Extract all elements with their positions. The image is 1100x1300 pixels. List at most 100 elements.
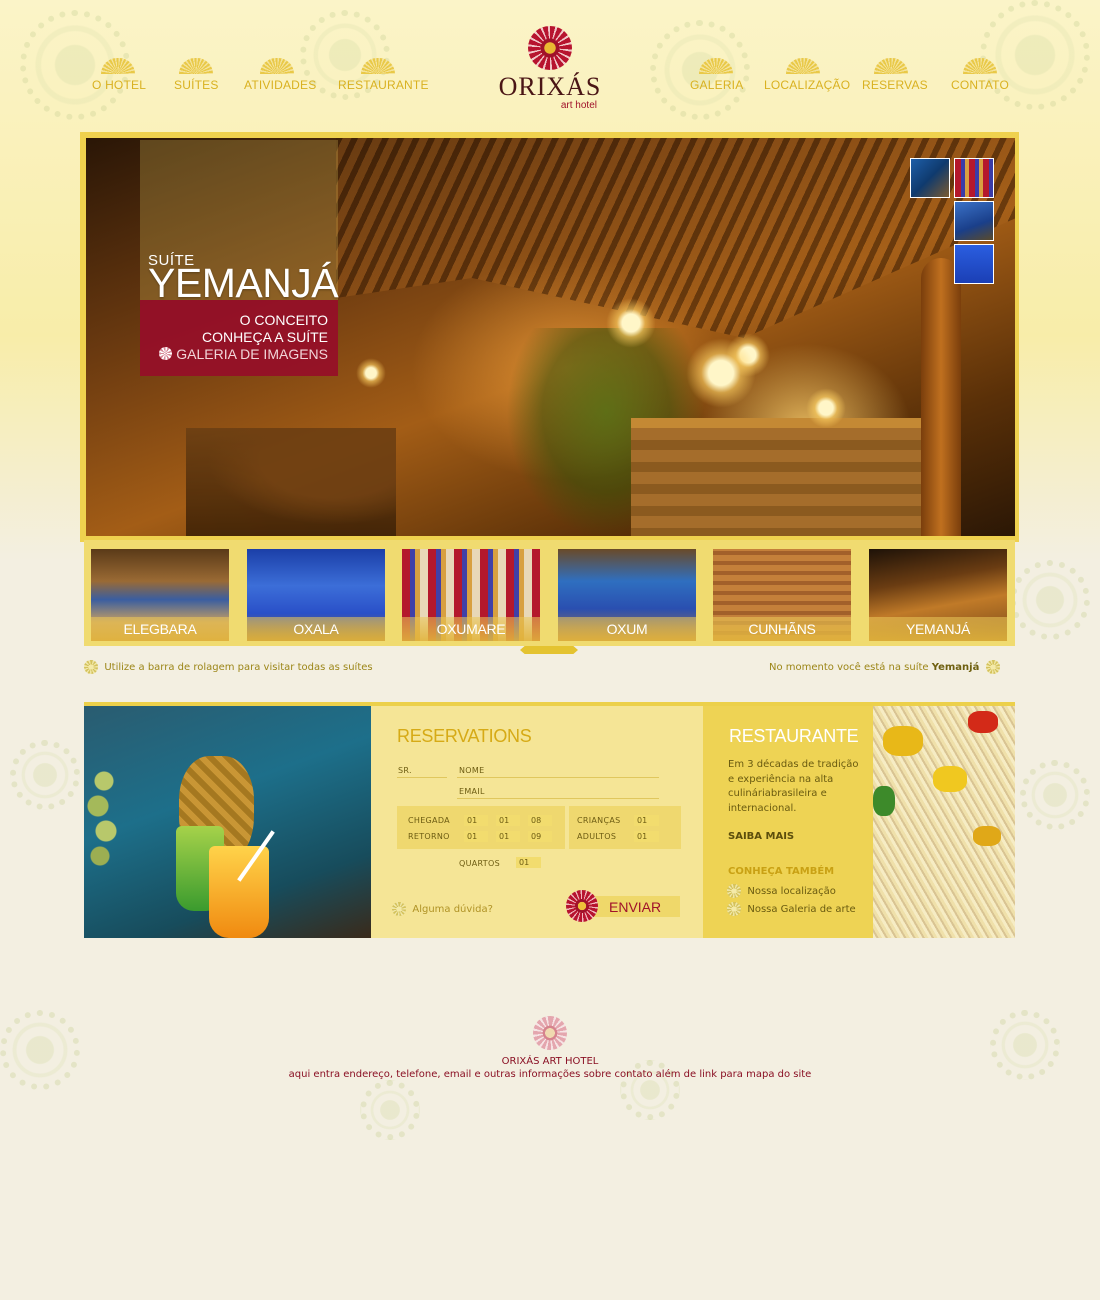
checkin-day-select[interactable]: 01 <box>464 815 488 826</box>
background-flower <box>360 1080 420 1140</box>
hero-suite-menu: O CONCEITO CONHEÇA A SUÍTE GALERIA DE IM… <box>140 300 338 376</box>
gallery-thumbnail[interactable] <box>910 158 950 198</box>
question-link[interactable]: Alguma dúvida? <box>392 902 493 916</box>
nav-contato[interactable]: CONTATO <box>950 58 1010 98</box>
nav-galeria[interactable]: GALERIA <box>690 58 743 98</box>
nav-localizacao[interactable]: LOCALIZAÇÃO <box>764 58 850 98</box>
suite-caption: YEMANJÁ <box>869 617 1007 641</box>
flower-icon <box>84 660 98 674</box>
flower-icon <box>727 884 741 898</box>
pepper <box>968 711 998 733</box>
fan-icon <box>179 58 213 74</box>
children-label: CRIANÇAS <box>577 816 621 825</box>
gallery-thumbnail[interactable] <box>954 244 994 284</box>
suite-card-elegbara[interactable]: ELEGBARA <box>91 549 229 641</box>
fan-icon <box>963 58 997 74</box>
checkout-month-select[interactable]: 01 <box>496 831 520 842</box>
hero-pillar <box>921 258 961 536</box>
rooms-select[interactable]: 01 <box>516 857 541 868</box>
grapes <box>84 766 124 876</box>
flower-icon <box>727 902 741 916</box>
flower-icon <box>159 347 173 360</box>
checkin-year-select[interactable]: 08 <box>528 815 552 826</box>
hero-suite-name: YEMANJÁ <box>148 260 339 306</box>
hero-lamp-light <box>356 358 386 388</box>
flower-icon <box>985 660 1000 674</box>
sr-label: SR. <box>398 766 412 775</box>
children-select[interactable]: 01 <box>634 815 659 826</box>
pepper <box>933 766 967 792</box>
checkin-label: CHEGADA <box>408 816 450 825</box>
nav-o-hotel[interactable]: O HOTEL <box>92 58 146 98</box>
suite-caption: OXALA <box>247 617 385 641</box>
footer-contact-info: aqui entra endereço, telefone, email e o… <box>288 1069 812 1080</box>
suite-caption: OXUMARE <box>402 617 540 641</box>
fan-icon <box>786 58 820 74</box>
link-localizacao[interactable]: Nossa localização <box>727 884 836 898</box>
suite-card-oxum[interactable]: OXUM <box>558 549 696 641</box>
flower-icon <box>566 890 598 922</box>
fan-icon <box>699 58 733 74</box>
pepper <box>973 826 1001 846</box>
checkout-label: RETORNO <box>408 832 450 841</box>
reservations-title: RESERVATIONS <box>397 726 532 746</box>
link-galeria-imagens[interactable]: GALERIA DE IMAGENS <box>140 346 328 363</box>
nav-suites[interactable]: SUÍTES <box>174 58 218 98</box>
hotel-logo[interactable]: ORIXÁS art hotel <box>497 26 603 120</box>
email-field[interactable] <box>457 798 659 799</box>
checkout-year-select[interactable]: 09 <box>528 831 552 842</box>
fan-icon <box>101 58 135 74</box>
guests-box <box>569 806 681 849</box>
pepper <box>873 786 895 816</box>
suite-card-oxala[interactable]: OXALA <box>247 549 385 641</box>
suite-caption: CUNHÃNS <box>713 617 851 641</box>
logo-name: ORIXÁS <box>498 72 602 101</box>
nav-reservas[interactable]: RESERVAS <box>862 58 928 98</box>
link-galeria-arte[interactable]: Nossa Galeria de arte <box>727 902 856 916</box>
background-flower <box>10 740 80 810</box>
nav-atividades[interactable]: ATIVIDADES <box>244 58 316 98</box>
flower-logo-icon <box>528 26 572 70</box>
food-photo <box>873 706 1015 938</box>
hero-stone-bar <box>631 418 931 536</box>
background-flower <box>1010 560 1090 640</box>
logo-subtitle: art hotel <box>560 100 597 111</box>
suite-card-cunhans[interactable]: CUNHÃNS <box>713 549 851 641</box>
flower-icon <box>392 902 406 916</box>
adults-select[interactable]: 01 <box>634 831 659 842</box>
scroll-hint: Utilize a barra de rolagem para visitar … <box>84 660 373 674</box>
email-label: EMAIL <box>459 787 485 796</box>
adults-label: ADULTOS <box>577 832 617 841</box>
fan-icon <box>361 58 395 74</box>
submit-button[interactable]: ENVIAR <box>566 890 680 922</box>
conheca-tambem-heading: CONHEÇA TAMBÉM <box>728 866 835 877</box>
link-conheca-suite[interactable]: CONHEÇA A SUÍTE <box>140 329 328 346</box>
gallery-thumbnail[interactable] <box>954 201 994 241</box>
gallery-thumbnail[interactable] <box>954 158 994 198</box>
hero-chair <box>186 428 396 536</box>
suite-caption: OXUM <box>558 617 696 641</box>
footer-flower-icon <box>533 1016 567 1050</box>
hero-lamp-light <box>606 298 656 348</box>
fan-icon <box>260 58 294 74</box>
drinks-photo <box>84 706 371 938</box>
orange-drink <box>209 846 269 938</box>
sr-field[interactable] <box>397 777 447 778</box>
suite-card-yemanja[interactable]: YEMANJÁ <box>869 549 1007 641</box>
saiba-mais-link[interactable]: SAIBA MAIS <box>728 831 794 842</box>
hero-lamp-light <box>686 338 756 408</box>
pepper <box>883 726 923 756</box>
restaurant-description: Em 3 décadas de tradição e experiência n… <box>728 759 859 814</box>
checkout-day-select[interactable]: 01 <box>464 831 488 842</box>
current-suite-hint: No momento você está na suíte Yemanjá <box>769 660 1000 674</box>
link-o-conceito[interactable]: O CONCEITO <box>140 312 328 329</box>
nav-restaurante[interactable]: RESTAURANTE <box>338 58 428 98</box>
suite-card-oxumare[interactable]: OXUMARE <box>402 549 540 641</box>
suites-scrollbar[interactable] <box>520 646 578 654</box>
suite-caption: ELEGBARA <box>91 617 229 641</box>
dates-box <box>397 806 565 849</box>
hero-lamp-light <box>806 388 846 428</box>
name-label: NOME <box>459 766 485 775</box>
checkin-month-select[interactable]: 01 <box>496 815 520 826</box>
name-field[interactable] <box>457 777 659 778</box>
